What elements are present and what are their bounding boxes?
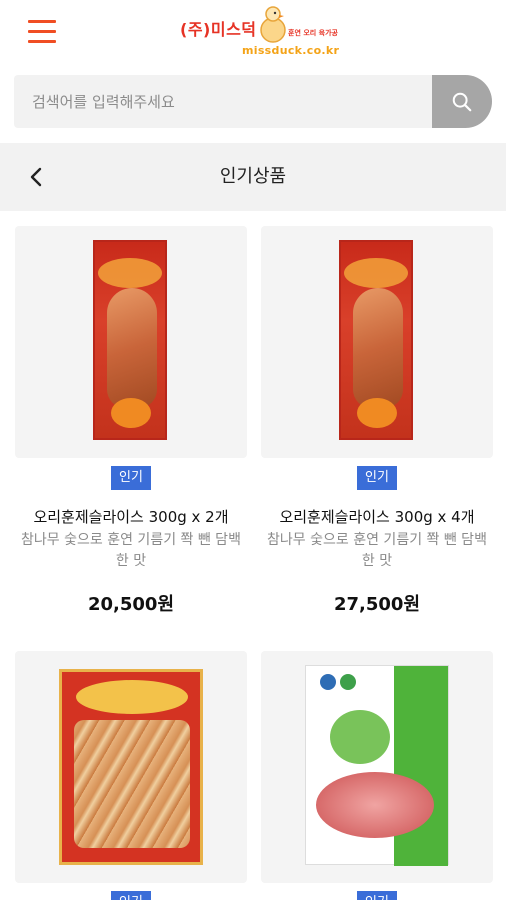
product-description: 참나무 숯으로 훈연 기름기 쫙 뺀 담백한 맛	[267, 532, 487, 569]
popular-badge: 인기	[357, 466, 397, 490]
product-image[interactable]	[15, 651, 247, 883]
logo-url: missduck.co.kr	[242, 44, 340, 57]
duck-logo-icon	[260, 6, 286, 43]
product-image[interactable]	[261, 226, 493, 458]
brand-logo[interactable]: (주)미스덕 훈연 오리 육가공 missduck.co.kr	[178, 4, 340, 62]
product-package	[93, 240, 167, 440]
hamburger-icon[interactable]	[28, 20, 56, 44]
product-card[interactable]: 인기 오리훈제슬라이스 300g x 2개 참나무 숯으로 훈연 기름기 쫙 뺀…	[15, 226, 247, 616]
logo-text: (주)미스덕	[180, 20, 257, 39]
product-package	[339, 240, 413, 440]
product-name[interactable]: 오리훈제슬라이스 300g x 2개	[15, 506, 247, 527]
product-card[interactable]: 인기	[15, 651, 247, 900]
page-title: 인기상품	[219, 166, 287, 187]
product-card[interactable]: 인기	[261, 651, 493, 900]
product-price: 20,500원	[87, 594, 175, 615]
chevron-left-icon	[30, 167, 42, 187]
popular-badge: 인기	[111, 466, 151, 490]
search-icon	[452, 92, 472, 111]
back-button[interactable]	[22, 163, 50, 191]
product-image[interactable]	[261, 651, 493, 883]
product-package	[59, 669, 203, 865]
product-package	[305, 665, 449, 866]
popular-badge: 인기	[111, 891, 151, 900]
logo-tagline: 훈연 오리 육가공	[288, 29, 338, 37]
product-card[interactable]: 인기 오리훈제슬라이스 300g x 4개 참나무 숯으로 훈연 기름기 쫙 뺀…	[261, 226, 493, 616]
product-price: 27,500원	[333, 594, 421, 615]
search-input[interactable]	[14, 75, 432, 128]
popular-badge: 인기	[357, 891, 397, 900]
product-grid: 인기 오리훈제슬라이스 300g x 2개 참나무 숯으로 훈연 기름기 쫙 뺀…	[0, 211, 506, 900]
product-image[interactable]	[15, 226, 247, 458]
product-name[interactable]: 오리훈제슬라이스 300g x 4개	[261, 506, 493, 527]
page-title-bar: 인기상품	[0, 143, 506, 211]
product-description: 참나무 숯으로 훈연 기름기 쫙 뺀 담백한 맛	[21, 532, 241, 569]
search-button[interactable]	[432, 75, 492, 128]
search-bar	[14, 75, 492, 128]
app-header: (주)미스덕 훈연 오리 육가공 missduck.co.kr	[0, 0, 506, 70]
